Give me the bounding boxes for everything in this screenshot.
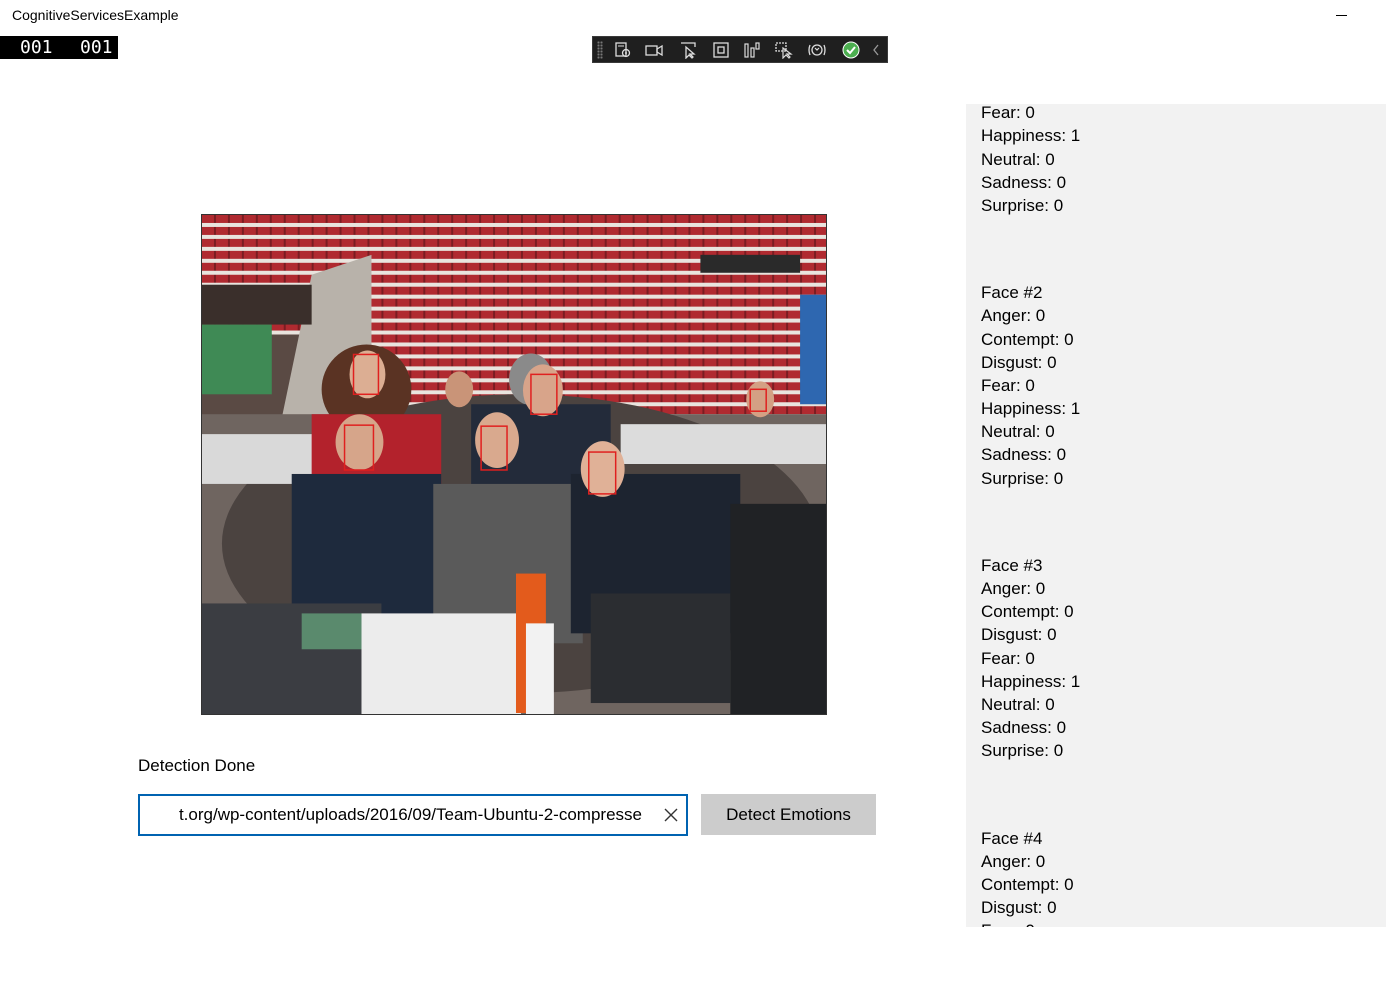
- track-focus-icon[interactable]: [740, 39, 764, 61]
- emotion-results-panel[interactable]: Disgust: 0Fear: 0Happiness: 1Neutral: 0S…: [966, 104, 1386, 927]
- record-icon[interactable]: [642, 39, 666, 61]
- emotion-score-line: Anger: 0: [981, 579, 1046, 598]
- minimize-button[interactable]: [1318, 0, 1364, 32]
- toolbar-grip-icon[interactable]: [597, 41, 603, 59]
- face-result-block: Face #3 Anger: 0 Contempt: 0 Disgust: 0 Fear…: [981, 554, 1080, 763]
- select-element-icon[interactable]: [677, 39, 701, 61]
- emotion-score-line: Neutral: 0: [981, 149, 1055, 169]
- emotion-score-line: Face #4: [981, 828, 1043, 848]
- emotion-score-line: Fear: 0: [981, 375, 1035, 395]
- face-result-block: Face #4 Anger: 0 Contempt: 0 Disgust: 0Fear…: [981, 827, 1080, 928]
- emotion-score-line: Surprise: 0: [981, 468, 1064, 488]
- emotion-score-line: Anger: 0: [981, 851, 1046, 871]
- emotion-score-line: Sadness: 0: [981, 445, 1067, 465]
- display-layout-adorners-icon[interactable]: [709, 39, 733, 61]
- emotion-score-line: Surprise: 0: [981, 195, 1064, 215]
- emotion-score-line: Happiness: 1: [981, 399, 1081, 419]
- emotion-score-line: Face #2: [981, 283, 1043, 303]
- results-list: Disgust: 0Fear: 0Happiness: 1Neutral: 0S…: [981, 104, 1080, 927]
- analyzed-photo: [201, 214, 827, 715]
- emotion-score-line: Contempt: 0: [981, 329, 1074, 349]
- status-ok-icon[interactable]: [839, 39, 863, 61]
- emotion-score-line: Disgust: 0: [981, 625, 1057, 645]
- emotion-score-line: Fear: 0: [981, 104, 1035, 123]
- binding-failures-icon[interactable]: [805, 39, 829, 61]
- detect-emotions-button[interactable]: Detect Emotions: [701, 794, 876, 835]
- frame-counter-right: 001: [80, 37, 113, 58]
- app-title: CognitiveServicesExample: [12, 7, 179, 23]
- emotion-score-line: Anger: 0: [981, 306, 1046, 326]
- emotion-score-line: Neutral: 0: [981, 422, 1055, 442]
- image-url-input[interactable]: [152, 796, 642, 834]
- title-bar: CognitiveServicesExample: [0, 0, 1386, 32]
- face-result-block: Face #2 Anger: 0 Contempt: 0 Disgust: 0 Fear…: [981, 281, 1080, 490]
- hot-reload-icon[interactable]: [772, 39, 796, 61]
- emotion-score-line: Fear: 0: [981, 648, 1035, 668]
- clear-input-icon[interactable]: [660, 804, 682, 826]
- emotion-score-line: Sadness: 0: [981, 718, 1067, 738]
- emotion-score-line: Fear: 0: [981, 919, 1080, 927]
- emotion-score-line: Contempt: 0: [981, 874, 1074, 894]
- collapse-toolbar-icon[interactable]: [869, 39, 883, 61]
- frame-rate-counter: 001 001: [0, 36, 118, 59]
- emotion-score-line: Disgust: 0: [981, 352, 1057, 372]
- image-url-field[interactable]: [138, 794, 688, 836]
- status-label: Detection Done: [138, 756, 256, 775]
- live-visual-tree-icon[interactable]: [611, 39, 635, 61]
- emotion-score-line: Contempt: 0: [981, 602, 1074, 622]
- face-result-block: Disgust: 0Fear: 0Happiness: 1Neutral: 0S…: [981, 104, 1080, 217]
- emotion-score-line: Happiness: 1: [981, 126, 1081, 146]
- emotion-score-line: Face #3: [981, 555, 1043, 575]
- emotion-score-line: Neutral: 0: [981, 694, 1055, 714]
- emotion-score-line: Disgust: 0: [981, 898, 1057, 918]
- emotion-score-line: Happiness: 1: [981, 671, 1081, 691]
- group-photo-image: [202, 215, 826, 714]
- frame-counter-left: 001: [20, 37, 53, 58]
- xaml-debug-toolbar: [592, 36, 888, 63]
- emotion-score-line: Sadness: 0: [981, 172, 1067, 192]
- emotion-score-line: Surprise: 0: [981, 741, 1064, 761]
